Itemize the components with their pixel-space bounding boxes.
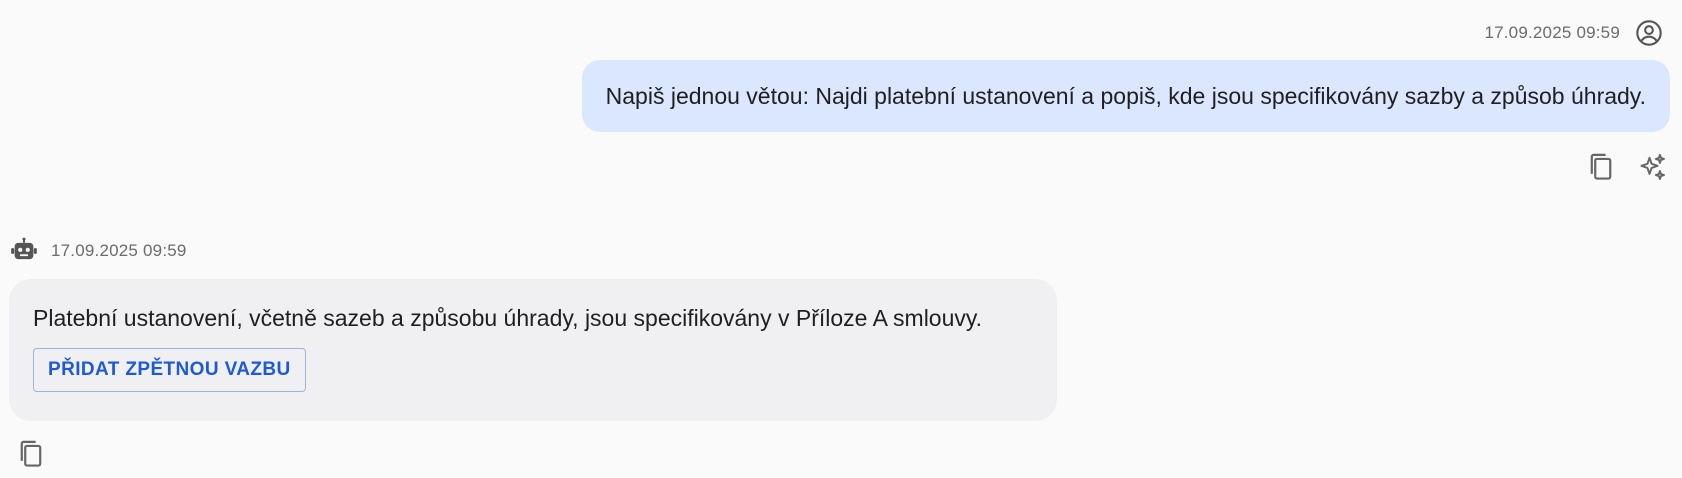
copy-icon[interactable] — [1586, 151, 1616, 183]
bot-message-meta: 17.09.2025 09:59 — [9, 236, 187, 266]
bot-message-actions — [16, 438, 46, 470]
user-message-timestamp: 17.09.2025 09:59 — [1484, 23, 1620, 42]
add-feedback-button[interactable]: PŘIDAT ZPĚTNOU VAZBU — [33, 348, 306, 392]
user-message-bubble: Napiš jednou větou: Najdi platební ustan… — [581, 60, 1670, 132]
robot-icon — [9, 236, 39, 266]
bot-message-timestamp: 17.09.2025 09:59 — [51, 241, 187, 260]
bot-message-bubble: Platební ustanovení, včetně sazeb a způs… — [9, 279, 1057, 421]
user-message-actions — [1586, 151, 1668, 183]
user-message-text: Napiš jednou větou: Najdi platební ustan… — [605, 82, 1646, 109]
bot-message-text: Platební ustanovení, včetně sazeb a způs… — [33, 305, 983, 331]
copy-icon[interactable] — [16, 438, 46, 470]
sparkle-icon[interactable] — [1638, 151, 1668, 183]
account-circle-icon — [1634, 18, 1664, 48]
user-message-meta: 17.09.2025 09:59 — [1484, 18, 1664, 48]
